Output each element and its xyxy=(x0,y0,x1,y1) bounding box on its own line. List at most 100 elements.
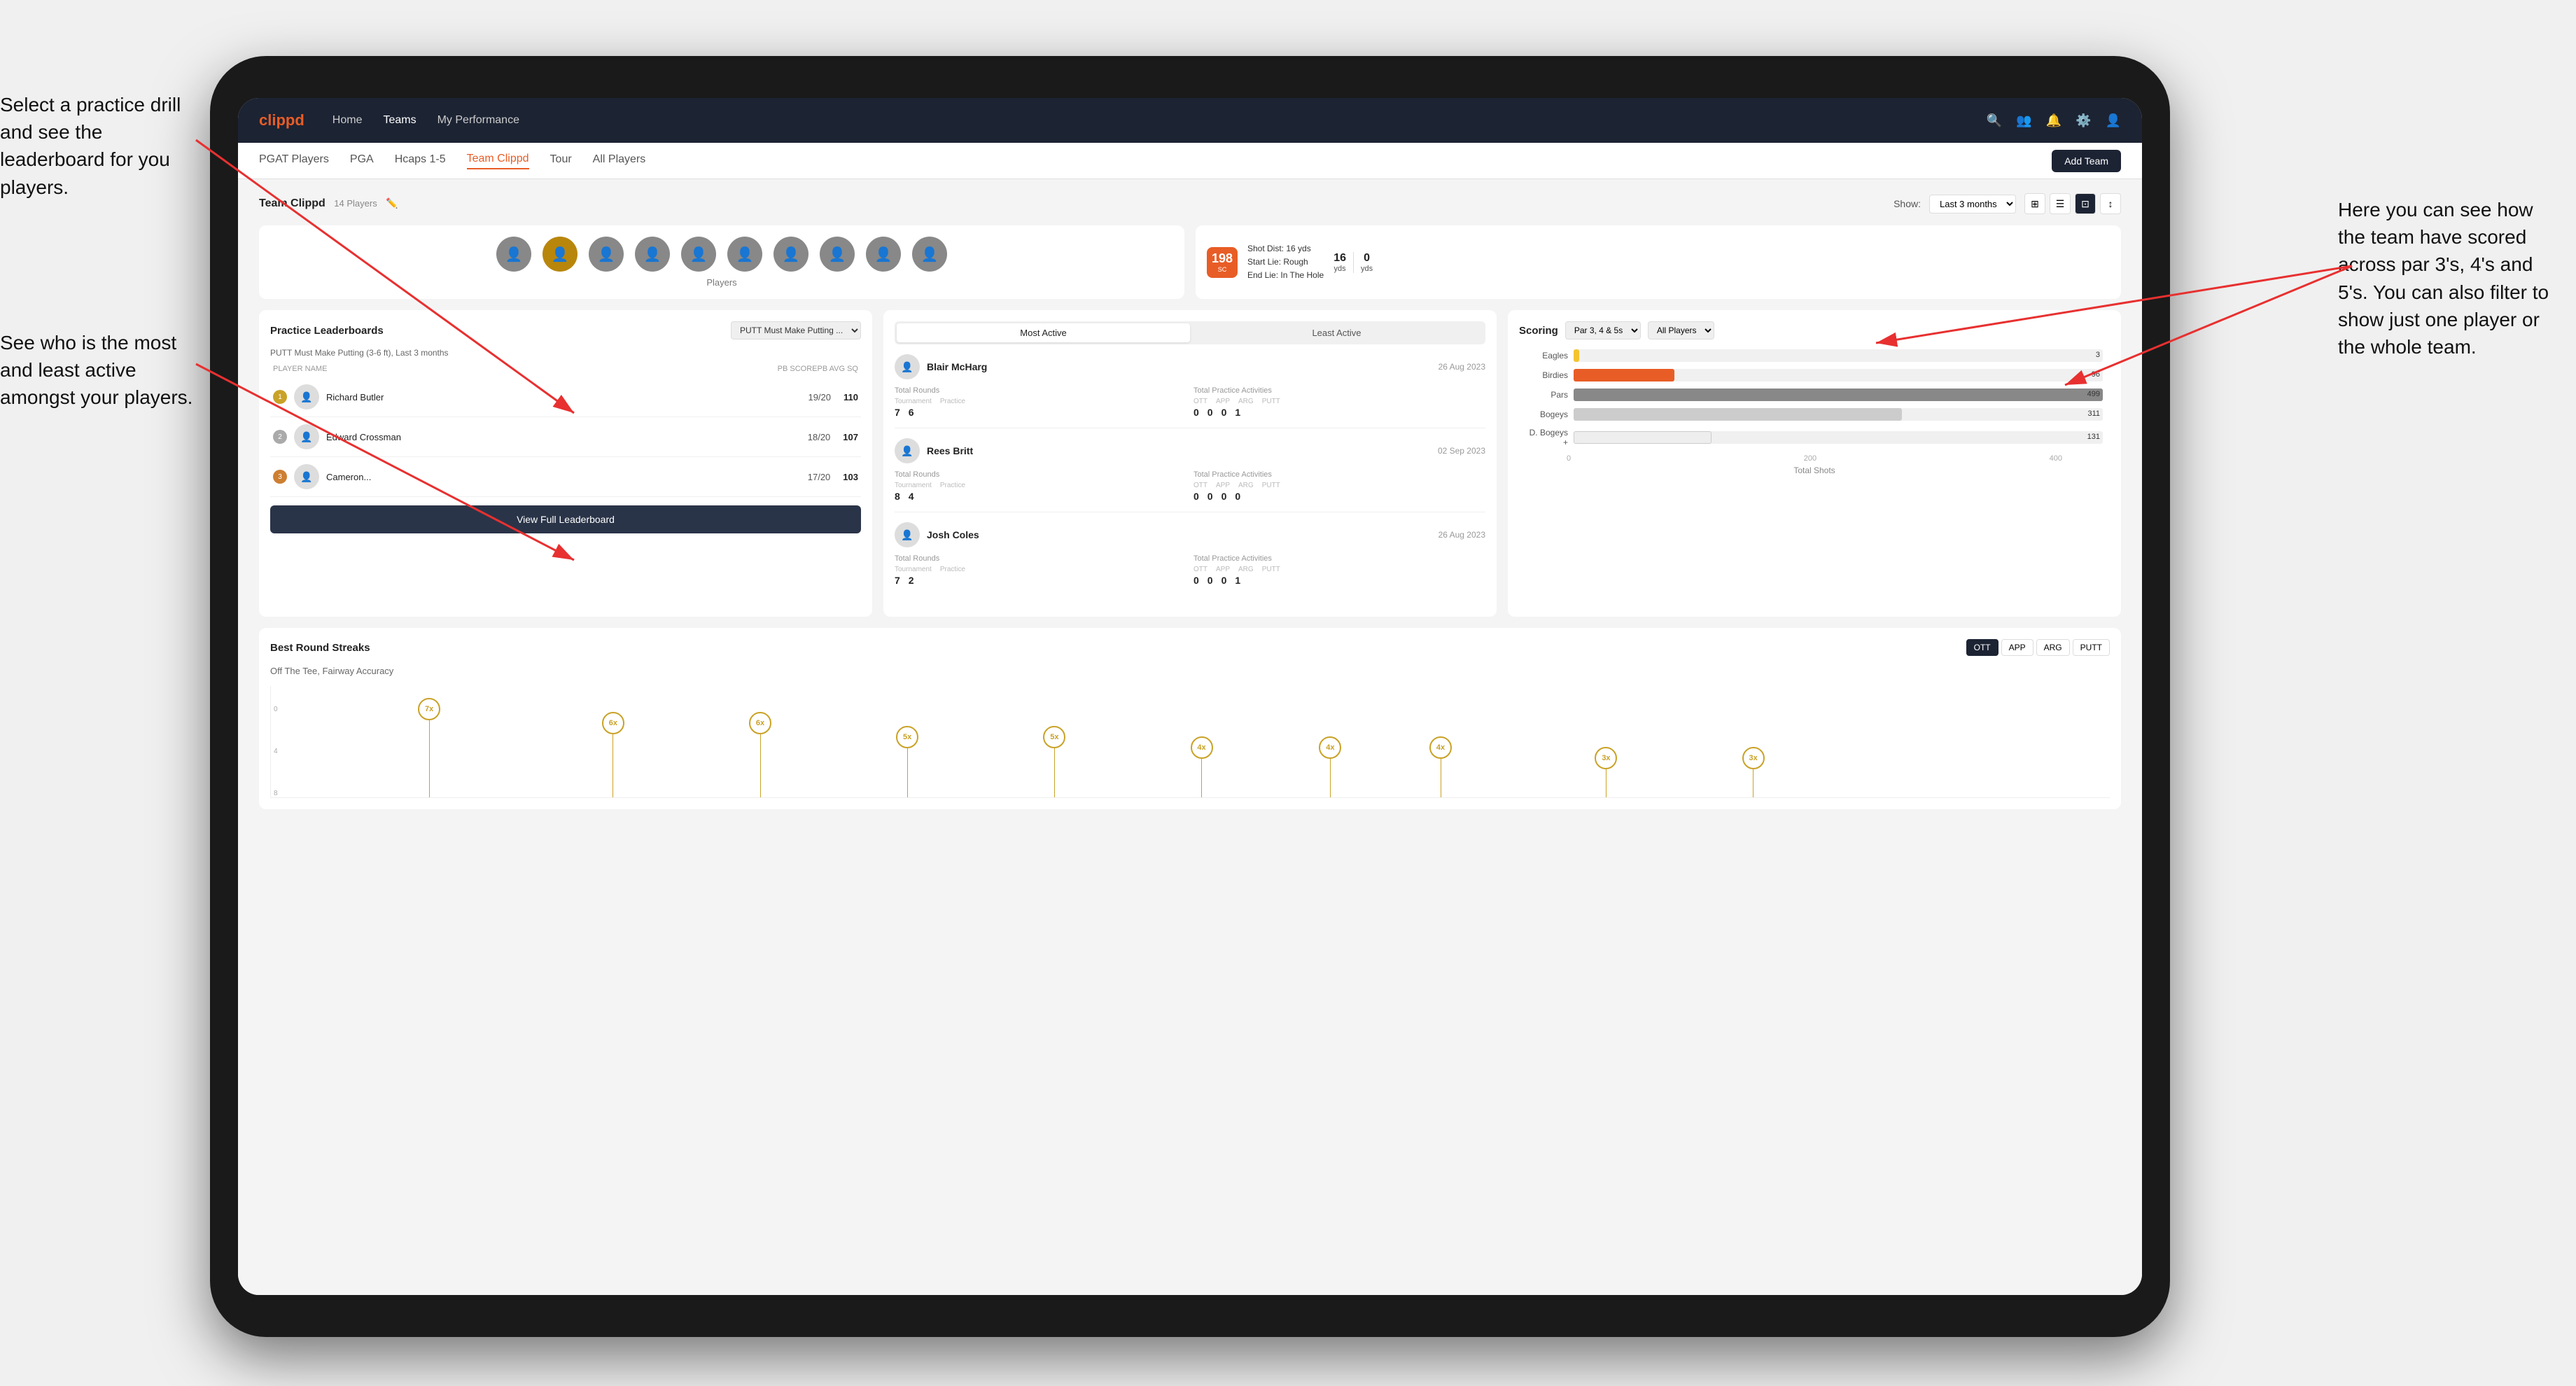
bubble-5: 4x xyxy=(1191,736,1213,797)
people-icon[interactable]: 👥 xyxy=(2016,113,2031,128)
avatar-1[interactable]: 👤 xyxy=(496,237,531,272)
pa-stats-2: Total Rounds Tournament Practice 8 4 xyxy=(895,470,1485,502)
chart-row-bogeys: Bogeys311 xyxy=(1526,408,2103,421)
drill-subtitle: PUTT Must Make Putting (3-6 ft), Last 3 … xyxy=(270,348,861,358)
bell-icon[interactable]: 🔔 xyxy=(2046,113,2062,128)
annotation-right-1: Here you can see how the team have score… xyxy=(2338,196,2562,360)
bubble-3: 5x xyxy=(896,726,918,797)
leaderboard-card: Practice Leaderboards PUTT Must Make Put… xyxy=(259,310,872,617)
tab-least-active[interactable]: Least Active xyxy=(1190,323,1483,342)
view-full-leaderboard-button[interactable]: View Full Leaderboard xyxy=(270,505,861,533)
show-select[interactable]: Last 3 months xyxy=(1929,195,2016,214)
bubble-0: 7x xyxy=(418,698,440,797)
team-controls: Show: Last 3 months ⊞ ☰ ⊡ ↕ xyxy=(1893,193,2121,214)
pa-avatar-2: 👤 xyxy=(895,438,920,463)
table-row: 3 👤 Cameron... 17/20 103 xyxy=(270,457,861,497)
drill-select[interactable]: PUTT Must Make Putting ... xyxy=(731,321,861,340)
nav-teams[interactable]: Teams xyxy=(383,114,416,127)
scoring-title: Scoring xyxy=(1519,325,1558,337)
pa-date-3: 26 Aug 2023 xyxy=(1438,530,1485,540)
avatar-10[interactable]: 👤 xyxy=(912,237,947,272)
activity-card: Most Active Least Active 👤 Blair McHarg … xyxy=(883,310,1497,617)
lb-name-2: Edward Crossman xyxy=(326,432,801,442)
scoring-filter-par[interactable]: Par 3, 4 & 5s xyxy=(1565,321,1641,340)
lb-name-3: Cameron... xyxy=(326,472,801,482)
chart-x-labels: 0 200 400 xyxy=(1519,454,2110,463)
settings-icon[interactable]: ⚙️ xyxy=(2076,113,2091,128)
sort-btn[interactable]: ↕ xyxy=(2100,193,2121,214)
main-content: Team Clippd 14 Players ✏️ Show: Last 3 m… xyxy=(238,179,2142,1295)
tab-team-clippd[interactable]: Team Clippd xyxy=(467,153,529,169)
avatar-4[interactable]: 👤 xyxy=(635,237,670,272)
tab-pga[interactable]: PGA xyxy=(350,153,374,169)
avatar-7[interactable]: 👤 xyxy=(774,237,808,272)
pa-date-2: 02 Sep 2023 xyxy=(1438,446,1485,456)
avatar-9[interactable]: 👤 xyxy=(866,237,901,272)
streak-title: Best Round Streaks xyxy=(270,642,370,654)
pa-rounds-1: Total Rounds Tournament Practice 7 6 xyxy=(895,386,1186,418)
table-row: 2 👤 Edward Crossman 18/20 107 xyxy=(270,417,861,457)
lb-avg-2: 107 xyxy=(843,432,858,442)
add-team-button[interactable]: Add Team xyxy=(2052,150,2121,172)
avatar-5[interactable]: 👤 xyxy=(681,237,716,272)
pa-stats-3: Total Rounds Tournament Practice 7 2 xyxy=(895,554,1485,586)
pa-header-1: 👤 Blair McHarg 26 Aug 2023 xyxy=(895,354,1485,379)
lb-name-1: Richard Butler xyxy=(326,392,801,402)
avatar-icon[interactable]: 👤 xyxy=(2106,113,2121,128)
annotation-left-2: See who is the most and least active amo… xyxy=(0,329,196,412)
card-view-btn[interactable]: ⊡ xyxy=(2075,193,2096,214)
shot-badge: 198 SC xyxy=(1207,247,1238,278)
pa-name-2: Rees Britt xyxy=(927,445,1431,456)
streak-filter-ott[interactable]: OTT xyxy=(1966,639,1998,656)
grid-view-btn[interactable]: ⊞ xyxy=(2024,193,2045,214)
tab-most-active[interactable]: Most Active xyxy=(897,323,1190,342)
bubble-4: 5x xyxy=(1043,726,1065,797)
subnav: PGAT Players PGA Hcaps 1-5 Team Clippd T… xyxy=(238,143,2142,179)
lb-score-3: 17/20 xyxy=(808,472,831,482)
tab-pgat-players[interactable]: PGAT Players xyxy=(259,153,329,169)
pa-practice-3: Total Practice Activities OTT APP ARG PU… xyxy=(1194,554,1485,586)
avatar-3[interactable]: 👤 xyxy=(589,237,624,272)
search-icon[interactable]: 🔍 xyxy=(1987,113,2002,128)
pa-practice-2: Total Practice Activities OTT APP ARG PU… xyxy=(1194,470,1485,502)
streak-filter-app[interactable]: APP xyxy=(2001,639,2033,656)
team-title-area: Team Clippd 14 Players ✏️ xyxy=(259,197,398,210)
pa-header-2: 👤 Rees Britt 02 Sep 2023 xyxy=(895,438,1485,463)
streak-chart: 8407x6x6x5x5x4x4x4x3x3x xyxy=(270,686,2110,798)
streak-card: Best Round Streaks OTT APP ARG PUTT Off … xyxy=(259,628,2121,809)
table-row: 1 👤 Richard Butler 19/20 110 xyxy=(270,377,861,417)
tab-tour[interactable]: Tour xyxy=(550,153,572,169)
bubble-6: 4x xyxy=(1319,736,1341,797)
lb-avg-3: 103 xyxy=(843,472,858,482)
streak-filter-tabs: OTT APP ARG PUTT xyxy=(1966,639,2110,656)
edit-team-icon[interactable]: ✏️ xyxy=(386,197,398,209)
tab-all-players[interactable]: All Players xyxy=(593,153,646,169)
nav-home[interactable]: Home xyxy=(332,114,363,127)
lb-avatar-2: 👤 xyxy=(294,424,319,449)
chart-row-dbogeys: D. Bogeys +131 xyxy=(1526,428,2103,447)
player-activity-3: 👤 Josh Coles 26 Aug 2023 Total Rounds To… xyxy=(895,522,1485,596)
avatar-2[interactable]: 👤 xyxy=(542,237,578,272)
pa-avatar-3: 👤 xyxy=(895,522,920,547)
chart-row-eagles: Eagles3 xyxy=(1526,349,2103,362)
player-activity-1: 👤 Blair McHarg 26 Aug 2023 Total Rounds … xyxy=(895,354,1485,428)
streak-header: Best Round Streaks OTT APP ARG PUTT xyxy=(270,639,2110,656)
tab-hcaps[interactable]: Hcaps 1-5 xyxy=(395,153,446,169)
streak-filter-putt[interactable]: PUTT xyxy=(2073,639,2110,656)
scoring-header: Scoring Par 3, 4 & 5s All Players xyxy=(1519,321,2110,340)
bubble-1: 6x xyxy=(602,712,624,797)
lb-rank-2: 2 xyxy=(273,430,287,444)
pa-practice-1: Total Practice Activities OTT APP ARG PU… xyxy=(1194,386,1485,418)
streak-filter-arg[interactable]: ARG xyxy=(2036,639,2070,656)
avatar-6[interactable]: 👤 xyxy=(727,237,762,272)
avatar-8[interactable]: 👤 xyxy=(820,237,855,272)
ipad-frame: clippd Home Teams My Performance 🔍 👥 🔔 ⚙… xyxy=(210,56,2170,1337)
bubble-2: 6x xyxy=(749,712,771,797)
team-title: Team Clippd xyxy=(259,197,326,209)
team-header: Team Clippd 14 Players ✏️ Show: Last 3 m… xyxy=(259,193,2121,214)
nav-my-performance[interactable]: My Performance xyxy=(438,114,519,127)
annotation-left-1: Select a practice drill and see the lead… xyxy=(0,91,196,201)
scoring-filter-players[interactable]: All Players xyxy=(1648,321,1714,340)
show-label: Show: xyxy=(1893,198,1921,209)
list-view-btn[interactable]: ☰ xyxy=(2050,193,2071,214)
